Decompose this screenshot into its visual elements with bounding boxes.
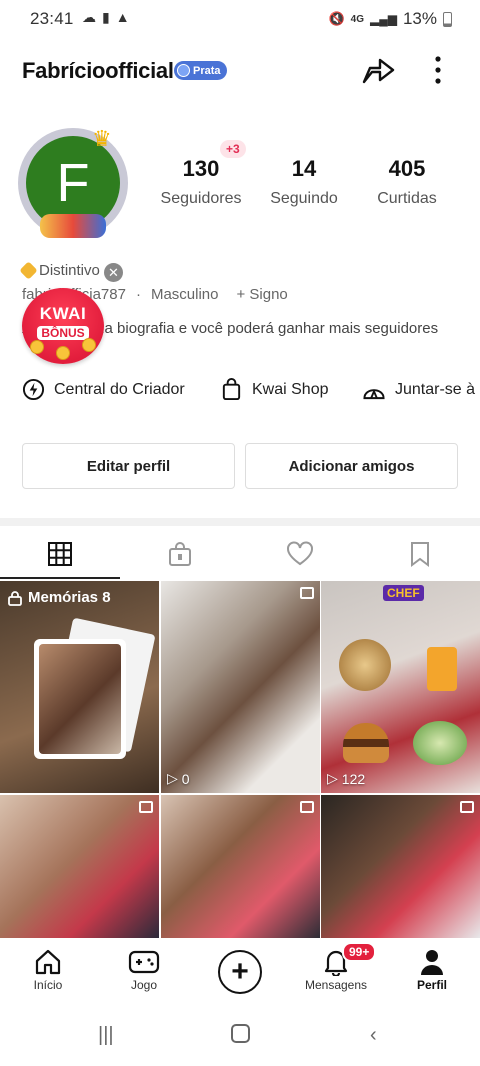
signal-icon: ▂▄▆ — [370, 12, 397, 26]
status-time: 23:41 — [30, 9, 74, 28]
followers-stat[interactable]: 130 Seguidores — [158, 156, 244, 208]
bookmark-icon — [411, 542, 429, 567]
play-count: 122 — [341, 770, 366, 787]
memory-card — [34, 639, 126, 759]
kwai-bonus-line1: KWAI — [39, 304, 87, 323]
coin-icon — [82, 338, 96, 352]
locked-bag-icon — [169, 542, 191, 566]
gender: Masculino — [150, 286, 219, 303]
following-stat[interactable]: 14 Seguindo — [266, 156, 342, 208]
lock-icon — [8, 590, 22, 606]
kwai-shop-link[interactable]: Kwai Shop — [220, 378, 329, 401]
back-icon[interactable]: ‹ — [370, 1024, 377, 1047]
photo-corner-icon — [300, 587, 314, 599]
avatar-decoration — [40, 214, 106, 238]
home-icon — [35, 949, 61, 975]
warning-icon: ▲ — [115, 9, 130, 25]
tab-saved[interactable] — [360, 530, 480, 578]
close-icon[interactable]: ✕ — [104, 263, 123, 282]
join-link[interactable]: Juntar-se à — [362, 378, 475, 401]
memories-tile[interactable]: Memórias 8 — [0, 581, 159, 793]
edit-profile-button[interactable]: Editar perfil — [22, 443, 235, 489]
photo-tile[interactable] — [161, 795, 320, 938]
play-icon: ▷ — [327, 770, 338, 786]
badge-link[interactable]: Distintivo — [19, 261, 100, 280]
tent-icon — [363, 388, 385, 400]
bag-icon — [222, 378, 241, 401]
nav-home[interactable]: Início — [8, 946, 88, 992]
nav-game[interactable]: Jogo — [104, 946, 184, 992]
photo-tile[interactable] — [0, 795, 159, 938]
followers-delta-badge: +3 — [220, 140, 246, 158]
kwai-bonus-button[interactable]: KWAI BÔNUS — [22, 288, 104, 364]
recents-icon[interactable]: ||| — [98, 1024, 114, 1047]
status-bar: 23:41 ☁ ▮ ▲ 🔇 4G ▂▄▆ 13% — [0, 0, 480, 38]
create-button[interactable]: + — [218, 950, 262, 994]
tab-liked[interactable] — [240, 530, 360, 578]
cloud-icon: ☁ — [82, 9, 96, 25]
chef-logo: CHEF — [383, 585, 424, 601]
coin-icon — [30, 340, 44, 354]
grid-icon — [48, 542, 72, 566]
tab-private[interactable] — [120, 530, 240, 578]
section-divider — [0, 518, 480, 526]
salad-image — [413, 721, 467, 765]
play-icon: ▷ — [167, 770, 178, 786]
badge-icon — [19, 261, 38, 280]
battery-icon — [443, 11, 452, 27]
photo-corner-icon — [139, 801, 153, 813]
active-tab-indicator — [0, 577, 120, 579]
following-label: Seguindo — [270, 190, 338, 207]
likes-count: 405 — [388, 156, 426, 181]
lightning-icon — [22, 378, 45, 401]
burger-image — [343, 723, 389, 763]
tier-icon — [177, 64, 190, 77]
tier-badge[interactable]: Prata — [174, 61, 227, 80]
person-icon — [421, 950, 443, 975]
likes-label: Curtidas — [377, 190, 437, 207]
video-tile[interactable]: CHEF ▷ 122 — [321, 581, 480, 793]
4g-icon: 4G — [350, 13, 364, 25]
following-count: 14 — [291, 156, 317, 181]
memories-label: Memórias 8 — [28, 589, 111, 606]
likes-stat[interactable]: 405 Curtidas — [370, 156, 444, 208]
battery-text: 13% — [402, 9, 437, 28]
sim-icon: ▮ — [102, 9, 110, 25]
photo-corner-icon — [460, 801, 474, 813]
add-sign-link[interactable]: + Signo — [236, 286, 287, 303]
play-count: 0 — [181, 770, 190, 787]
share-button[interactable] — [360, 54, 396, 86]
nav-profile[interactable]: Perfil — [392, 946, 472, 992]
food-image — [339, 639, 391, 691]
tab-posts[interactable] — [0, 530, 120, 578]
followers-count: 130 — [182, 156, 220, 181]
crown-icon: ♛ — [92, 126, 112, 151]
share-icon — [362, 58, 395, 84]
followers-label: Seguidores — [160, 190, 242, 207]
kwai-bonus-line2: BÔNUS — [37, 326, 89, 340]
memory-photo — [39, 644, 121, 754]
drink-image — [427, 647, 457, 691]
coin-icon — [56, 346, 70, 360]
heart-icon — [287, 541, 313, 566]
gamepad-icon — [128, 950, 160, 974]
photo-tile[interactable] — [321, 795, 480, 938]
video-tile[interactable]: ▷ 0 — [161, 581, 320, 793]
more-options-button[interactable] — [428, 54, 448, 86]
photo-corner-icon — [300, 801, 314, 813]
creator-center-link[interactable]: Central do Criador — [22, 378, 185, 401]
add-friends-button[interactable]: Adicionar amigos — [245, 443, 458, 489]
mute-icon: 🔇 — [328, 11, 345, 26]
home-system-icon[interactable] — [231, 1024, 250, 1049]
more-vertical-icon — [435, 56, 441, 84]
page-title: Fabrícioofficial — [22, 58, 174, 83]
plus-icon: + — [231, 955, 249, 988]
messages-badge: 99+ — [342, 942, 377, 962]
